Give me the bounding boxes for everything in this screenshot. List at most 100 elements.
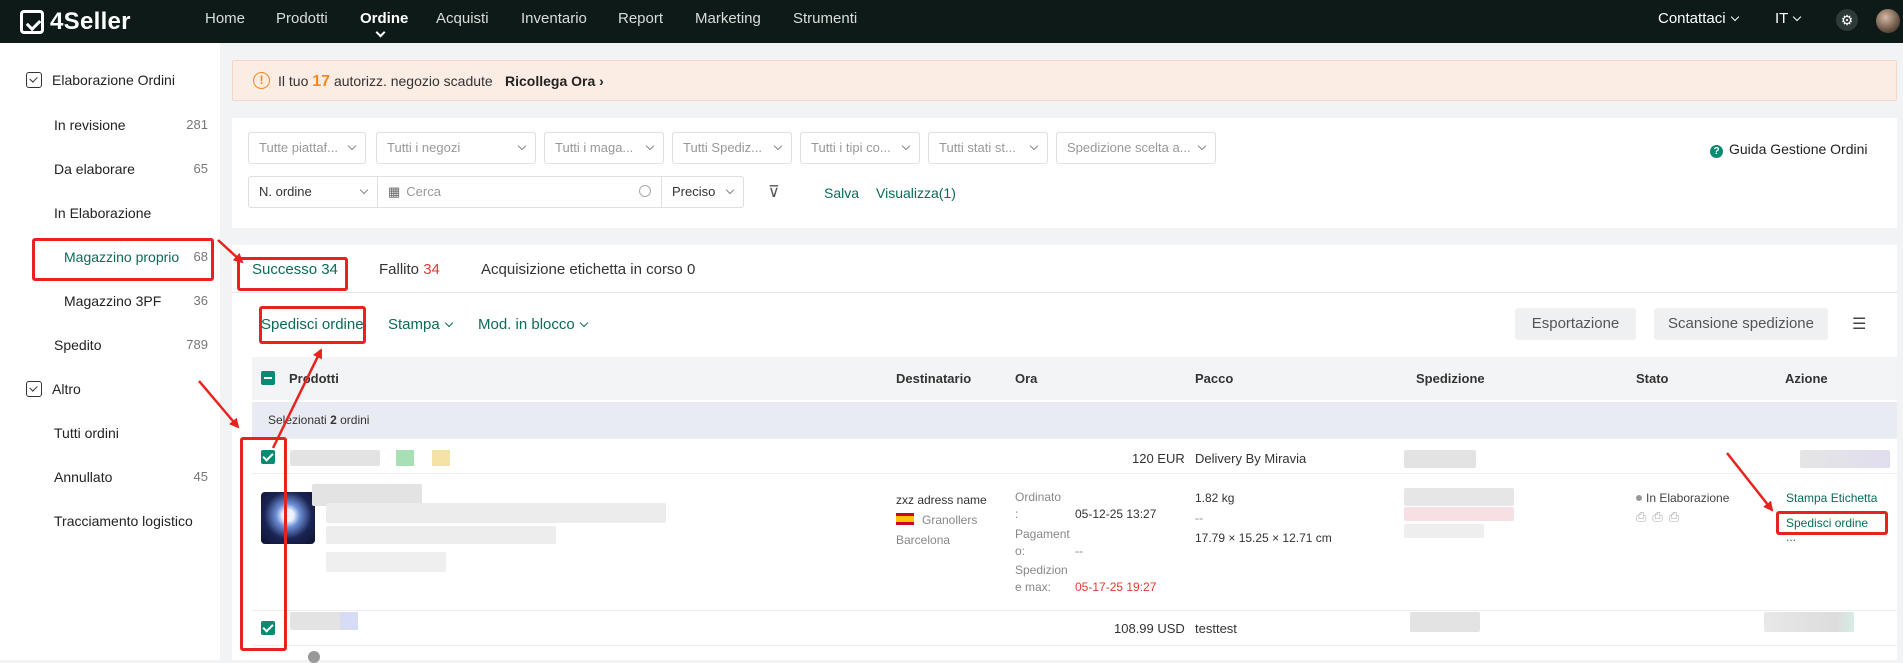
order-carrier: Delivery By Miravia [1195, 451, 1307, 466]
chevron-down-icon [1197, 141, 1207, 151]
recipient-name: zxz adress name [896, 493, 987, 507]
filter-icon[interactable]: ⊽ [768, 182, 780, 202]
nav-home[interactable]: Home [205, 10, 245, 27]
chevron-down-icon [579, 318, 588, 328]
banner-suffix: autorizz. negozio scadute [333, 73, 493, 89]
recipient-city: Granollers [922, 513, 978, 527]
banner-text: Il tuo 17 autorizz. negozio scadute [278, 73, 493, 91]
view-button[interactable]: Visualizza(1) [876, 185, 956, 201]
sidebar-item-in-revisione[interactable]: In revisione [54, 117, 126, 133]
sidebar-group-altro[interactable]: Altro [26, 381, 81, 397]
ordered-colon: : [1015, 507, 1019, 521]
chevron-down-icon [359, 185, 369, 195]
sidebar-item-magazzino-3pf[interactable]: Magazzino 3PF [64, 293, 161, 309]
shipping-select[interactable]: Tutti Spediz... [672, 132, 792, 164]
print-menu[interactable]: Stampa [388, 316, 453, 333]
sidebar-group-label: Altro [52, 381, 81, 397]
selection-text: Selezionati 2 ordini [268, 413, 369, 427]
printer-icons[interactable]: ⎙⎙⎙ [1636, 509, 1685, 525]
annotation-box-ship-button [259, 306, 366, 344]
column-settings-icon[interactable]: ☰ [1852, 314, 1866, 334]
user-avatar[interactable] [1876, 9, 1900, 33]
ship-max-label-cont: e max: [1015, 580, 1052, 594]
sidebar-item-da-elaborare[interactable]: Da elaborare [54, 161, 135, 177]
type-select[interactable]: Tutti i tipi co... [800, 132, 920, 164]
status-select[interactable]: Tutti stati st... [928, 132, 1048, 164]
guide-link[interactable]: ? Guida Gestione Ordini [1710, 141, 1868, 158]
ordered-label: Ordinato [1015, 490, 1062, 504]
active-nav-caret-icon [375, 27, 386, 38]
payment-label: Pagament [1015, 527, 1070, 541]
annotation-box-ship-action [1776, 511, 1888, 535]
selection-prefix: Selezionati [268, 413, 327, 427]
banner-count: 17 [312, 73, 331, 90]
save-button[interactable]: Salva [824, 185, 859, 201]
match-select[interactable]: Preciso [662, 176, 744, 208]
reconnect-label: Ricollega Ora [505, 73, 596, 89]
print-label-action[interactable]: Stampa Etichetta [1786, 491, 1877, 505]
col-destinatario: Destinatario [896, 371, 972, 386]
search-placeholder: Cerca [406, 184, 441, 199]
col-pacco: Pacco [1195, 371, 1234, 386]
chevron-down-icon [645, 141, 655, 151]
expand-icon[interactable] [308, 651, 320, 663]
select-value: Spedizione scelta a... [1067, 140, 1191, 155]
contact-menu[interactable]: Contattaci [1658, 10, 1739, 27]
payment-value: -- [1075, 544, 1083, 558]
spain-flag-icon [896, 513, 914, 525]
export-button[interactable]: Esportazione [1515, 308, 1636, 340]
app-logo[interactable]: 4Seller [20, 8, 131, 36]
tab-divider [232, 292, 1897, 293]
tab-count: 34 [423, 261, 440, 278]
sidebar-item-annullato[interactable]: Annullato [54, 469, 112, 485]
sidebar-count: 789 [186, 337, 208, 352]
print-label: Stampa [388, 316, 440, 333]
search-field-select[interactable]: N. ordine [248, 176, 378, 208]
sidebar-item-tutti-ordini[interactable]: Tutti ordini [54, 425, 119, 441]
scan-shipment-button[interactable]: Scansione spedizione [1654, 308, 1828, 340]
sidebar-item-spedito[interactable]: Spedito [54, 337, 101, 353]
language-menu[interactable]: IT [1775, 10, 1802, 27]
settings-icon[interactable]: ⚙ [1836, 9, 1858, 31]
sidebar-item-tracciamento[interactable]: Tracciamento logistico [54, 513, 193, 529]
chevron-down-icon [725, 185, 735, 195]
bulk-edit-menu[interactable]: Mod. in blocco [478, 316, 588, 333]
sidebar-item-in-elaborazione[interactable]: In Elaborazione [54, 205, 151, 221]
language-label: IT [1775, 10, 1789, 27]
chevron-down-icon [1730, 12, 1739, 22]
order-row-header [252, 440, 1897, 474]
product-title-redacted [326, 503, 666, 523]
nav-report[interactable]: Report [618, 10, 663, 27]
nav-prodotti[interactable]: Prodotti [276, 10, 328, 27]
select-value: Preciso [672, 184, 716, 199]
store-select[interactable]: Tutti i negozi [376, 132, 536, 164]
shipping-choice-select[interactable]: Spedizione scelta a... [1056, 132, 1216, 164]
selection-bar [252, 402, 1897, 439]
ordered-value: 05-12-25 13:27 [1075, 507, 1157, 521]
nav-ordine[interactable]: Ordine [360, 10, 408, 27]
package-weight: 1.82 kg [1195, 491, 1235, 505]
nav-inventario[interactable]: Inventario [521, 10, 587, 27]
guide-label: Guida Gestione Ordini [1729, 141, 1868, 157]
chevron-down-icon [347, 141, 357, 151]
payment-label-cont: o: [1015, 544, 1026, 558]
sidebar-count: 281 [186, 117, 208, 132]
nav-strumenti[interactable]: Strumenti [793, 10, 857, 27]
select-value: Tutti Spediz... [683, 140, 762, 155]
reconnect-link[interactable]: Ricollega Ora › [505, 73, 604, 89]
annotation-box-magazzino [32, 238, 214, 281]
package-dash: -- [1195, 511, 1203, 525]
search-input[interactable]: ▦ Cerca [378, 176, 662, 208]
action-redacted [1764, 612, 1854, 632]
sidebar-group-elaborazione[interactable]: Elaborazione Ordini [26, 72, 175, 88]
warehouse-select[interactable]: Tutti i maga... [544, 132, 664, 164]
tab-acquiring-label[interactable]: Acquisizione etichetta in corso 0 [481, 261, 695, 278]
product-sku-redacted [326, 552, 446, 572]
select-all-checkbox[interactable] [261, 371, 275, 385]
tab-failed[interactable]: Fallito 34 [379, 261, 440, 278]
recipient-province: Barcelona [896, 533, 951, 547]
order-amount: 108.99 USD [1114, 621, 1185, 636]
nav-marketing[interactable]: Marketing [695, 10, 761, 27]
nav-acquisti[interactable]: Acquisti [436, 10, 489, 27]
platform-select[interactable]: Tutte piattaf... [248, 132, 366, 164]
